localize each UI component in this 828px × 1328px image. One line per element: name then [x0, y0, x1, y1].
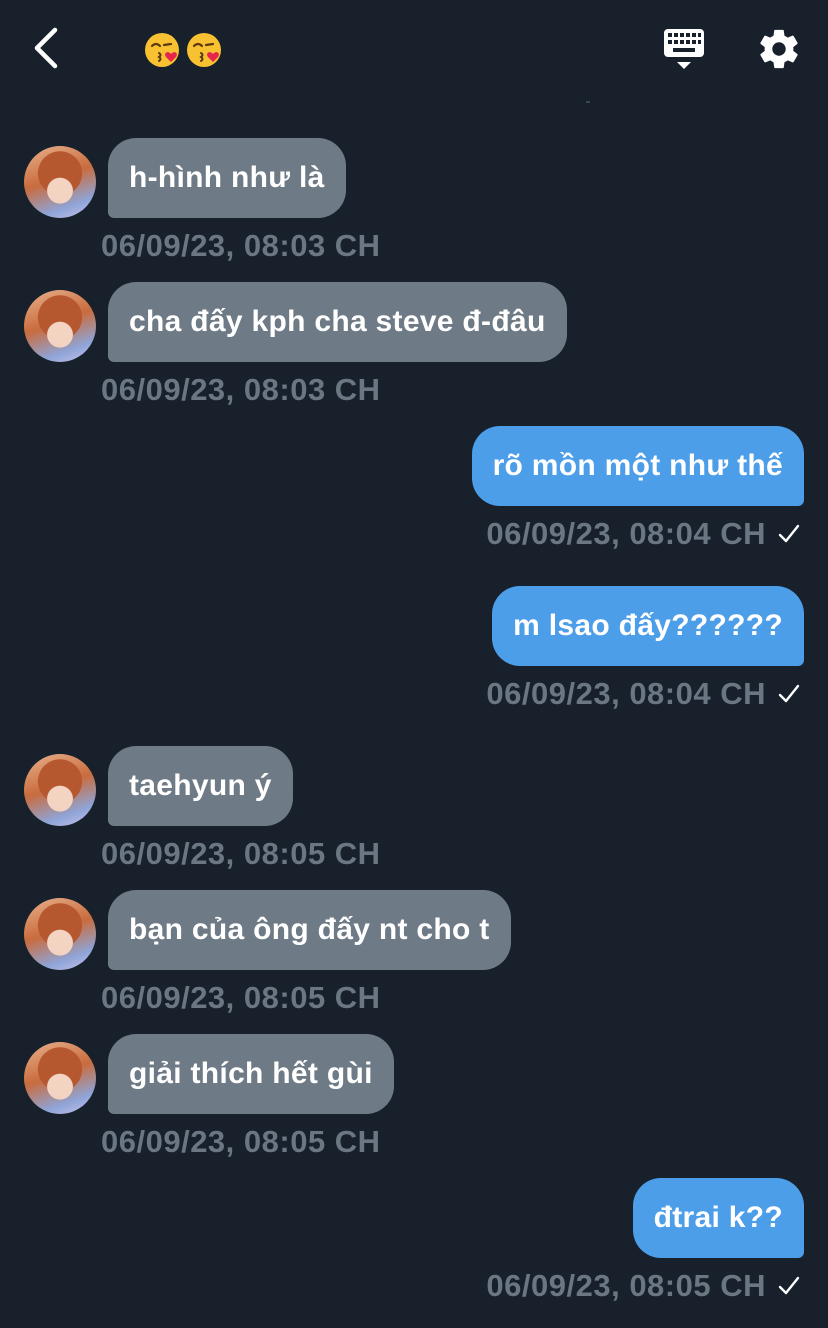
chat-header	[0, 0, 828, 100]
message-timestamp: 06/09/23, 08:04 CH	[486, 676, 766, 711]
message-timestamp: 06/09/23, 08:05 CH	[101, 836, 381, 871]
face-blowing-kiss-emoji	[145, 33, 179, 67]
read-check-icon	[778, 524, 800, 543]
message-timestamp: 06/09/23, 08:05 CH	[101, 980, 381, 1015]
contact-avatar[interactable]	[24, 898, 96, 970]
message-bubble-incoming[interactable]: taehyun ý	[108, 746, 293, 826]
chevron-left-icon	[34, 27, 58, 69]
message-bubble-incoming[interactable]: giải thích hết gùi	[108, 1034, 394, 1114]
settings-button[interactable]	[756, 26, 802, 72]
chat-title	[144, 30, 222, 70]
message-timestamp: 06/09/23, 08:05 CH	[486, 1268, 766, 1303]
message-bubble-incoming[interactable]: h-hình như là	[108, 138, 346, 218]
contact-avatar[interactable]	[24, 290, 96, 362]
contact-avatar[interactable]	[24, 754, 96, 826]
face-blowing-kiss-emoji	[187, 33, 221, 67]
message-bubble-incoming[interactable]: cha đấy kph cha steve đ-đâu	[108, 282, 567, 362]
message-timestamp: 06/09/23, 08:05 CH	[101, 1124, 381, 1159]
message-timestamp: 06/09/23, 08:03 CH	[101, 372, 381, 407]
message-timestamp: 06/09/23, 08:03 CH	[101, 228, 381, 263]
contact-avatar[interactable]	[24, 146, 96, 218]
contact-avatar[interactable]	[24, 1042, 96, 1114]
message-bubble-incoming[interactable]: bạn của ông đấy nt cho t	[108, 890, 511, 970]
gear-icon	[760, 29, 798, 69]
keyboard-button[interactable]	[660, 24, 708, 74]
keyboard-icon	[664, 29, 704, 69]
message-bubble-outgoing[interactable]: đtrai k??	[632, 1178, 804, 1258]
read-check-icon	[778, 684, 800, 703]
back-button[interactable]	[22, 22, 70, 74]
message-bubble-outgoing[interactable]: rõ mồn một như thế	[471, 426, 804, 506]
read-check-icon	[778, 1276, 800, 1295]
scroll-indicator	[586, 101, 590, 103]
message-timestamp: 06/09/23, 08:04 CH	[486, 516, 766, 551]
message-bubble-outgoing[interactable]: m lsao đấy??????	[492, 586, 804, 666]
